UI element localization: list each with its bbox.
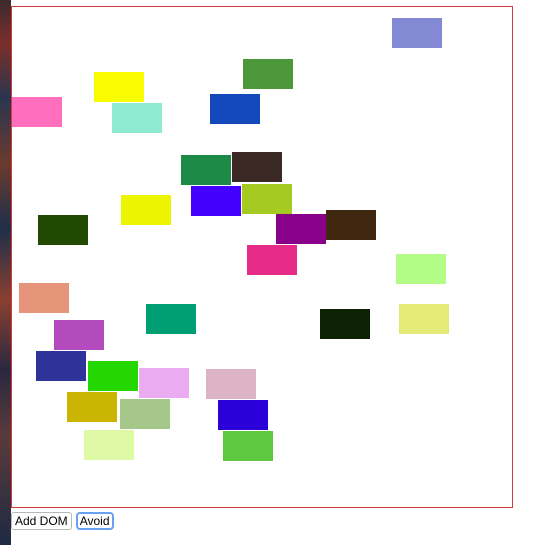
colored-rectangle[interactable] [276, 214, 326, 244]
add-dom-button[interactable]: Add DOM [11, 512, 72, 530]
colored-rectangle[interactable] [191, 186, 241, 216]
avoid-button[interactable]: Avoid [75, 512, 114, 530]
colored-rectangle[interactable] [146, 304, 196, 334]
colored-rectangle[interactable] [206, 369, 256, 399]
colored-rectangle[interactable] [320, 309, 370, 339]
colored-rectangle[interactable] [218, 400, 268, 430]
colored-rectangle[interactable] [12, 97, 62, 127]
colored-rectangle[interactable] [242, 184, 292, 214]
colored-rectangle[interactable] [139, 368, 189, 398]
colored-rectangle[interactable] [396, 254, 446, 284]
colored-rectangle[interactable] [54, 320, 104, 350]
colored-rectangle[interactable] [88, 361, 138, 391]
control-bar: Add DOM Avoid [11, 512, 114, 530]
drawing-canvas[interactable] [11, 6, 513, 508]
colored-rectangle[interactable] [112, 103, 162, 133]
colored-rectangle[interactable] [399, 304, 449, 334]
colored-rectangle[interactable] [94, 72, 144, 102]
colored-rectangle[interactable] [38, 215, 88, 245]
colored-rectangle[interactable] [84, 430, 134, 460]
colored-rectangle[interactable] [243, 59, 293, 89]
colored-rectangle[interactable] [181, 155, 231, 185]
colored-rectangle[interactable] [67, 392, 117, 422]
colored-rectangle[interactable] [392, 18, 442, 48]
colored-rectangle[interactable] [36, 351, 86, 381]
colored-rectangle[interactable] [121, 195, 171, 225]
colored-rectangle[interactable] [19, 283, 69, 313]
colored-rectangle[interactable] [210, 94, 260, 124]
colored-rectangle[interactable] [247, 245, 297, 275]
colored-rectangle[interactable] [232, 152, 282, 182]
colored-rectangle[interactable] [326, 210, 376, 240]
desktop-background [0, 0, 11, 545]
colored-rectangle[interactable] [120, 399, 170, 429]
colored-rectangle[interactable] [223, 431, 273, 461]
